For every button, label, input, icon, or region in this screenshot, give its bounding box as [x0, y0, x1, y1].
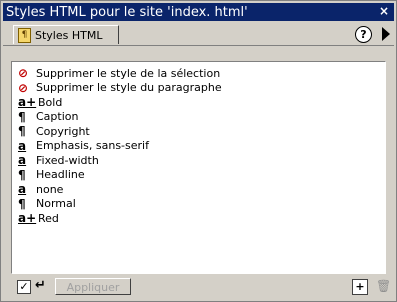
tab-styles-html[interactable]: ¶ Styles HTML	[13, 25, 119, 44]
style-label: Copyright	[36, 124, 90, 138]
return-arrow-icon: ↵	[35, 278, 46, 293]
title-bar[interactable]: Styles HTML pour le site 'index. html' ×	[3, 3, 394, 21]
styles-list[interactable]: ⊘ Supprimer le style de la sélection ⊘ Supp…	[11, 61, 386, 274]
remove-paragraph-style-icon: ⊘	[18, 80, 29, 95]
paragraph-style-icon: ¶	[18, 167, 26, 182]
new-style-icon[interactable]: +	[352, 279, 368, 295]
style-label: Supprimer le style du paragraphe	[36, 81, 222, 95]
paragraph-style-icon: ¶	[18, 124, 26, 139]
style-label: Red	[38, 211, 59, 225]
style-label: Emphasis, sans-serif	[36, 139, 149, 153]
auto-apply-checkbox[interactable]: ✓	[17, 280, 31, 294]
paragraph-style-icon: ¶	[18, 109, 26, 124]
style-label: Headline	[36, 168, 85, 182]
styles-tab-icon: ¶	[18, 27, 31, 43]
style-label: Supprimer le style de la sélection	[36, 66, 221, 80]
style-label: Normal	[36, 197, 76, 211]
window-title: Styles HTML pour le site 'index. html'	[6, 4, 248, 20]
style-label: Caption	[36, 110, 79, 124]
list-item[interactable]: ⊘ Supprimer le style de la sélection	[12, 66, 385, 81]
list-item[interactable]: ¶ Copyright	[12, 124, 385, 139]
style-label: Fixed-width	[36, 153, 99, 167]
list-item[interactable]: ¶ Caption	[12, 110, 385, 125]
panel-menu-arrow-icon[interactable]	[382, 27, 390, 41]
list-item[interactable]: a Emphasis, sans-serif	[12, 139, 385, 154]
tab-row: ¶ Styles HTML ?	[3, 23, 394, 46]
tab-label: Styles HTML	[35, 28, 103, 42]
apply-button[interactable]: Appliquer	[55, 278, 131, 295]
paragraph-style-icon: ¶	[18, 196, 26, 211]
list-item[interactable]: ¶ Headline	[12, 168, 385, 183]
style-label: none	[36, 182, 64, 196]
bottom-toolbar: ✓ ↵ Appliquer + 🗑	[3, 276, 394, 298]
list-item[interactable]: a Fixed-width	[12, 153, 385, 168]
styles-panel-window: Styles HTML pour le site 'index. html' ×…	[0, 0, 397, 302]
list-item[interactable]: ¶ Normal	[12, 197, 385, 212]
list-item[interactable]: a+ Red	[12, 211, 385, 226]
char-style-plus-icon: a+	[18, 95, 37, 110]
list-item[interactable]: ⊘ Supprimer le style du paragraphe	[12, 81, 385, 96]
char-style-icon: a	[18, 138, 27, 153]
trash-icon[interactable]: 🗑	[376, 279, 391, 293]
list-item[interactable]: a+ Bold	[12, 95, 385, 110]
list-item[interactable]: a none	[12, 182, 385, 197]
char-style-icon: a	[18, 153, 27, 168]
help-icon[interactable]: ?	[355, 26, 372, 43]
close-icon[interactable]: ×	[377, 5, 391, 18]
char-style-icon: a	[18, 182, 27, 197]
style-label: Bold	[38, 95, 63, 109]
char-style-plus-icon: a+	[18, 211, 37, 226]
remove-selection-style-icon: ⊘	[18, 66, 29, 81]
